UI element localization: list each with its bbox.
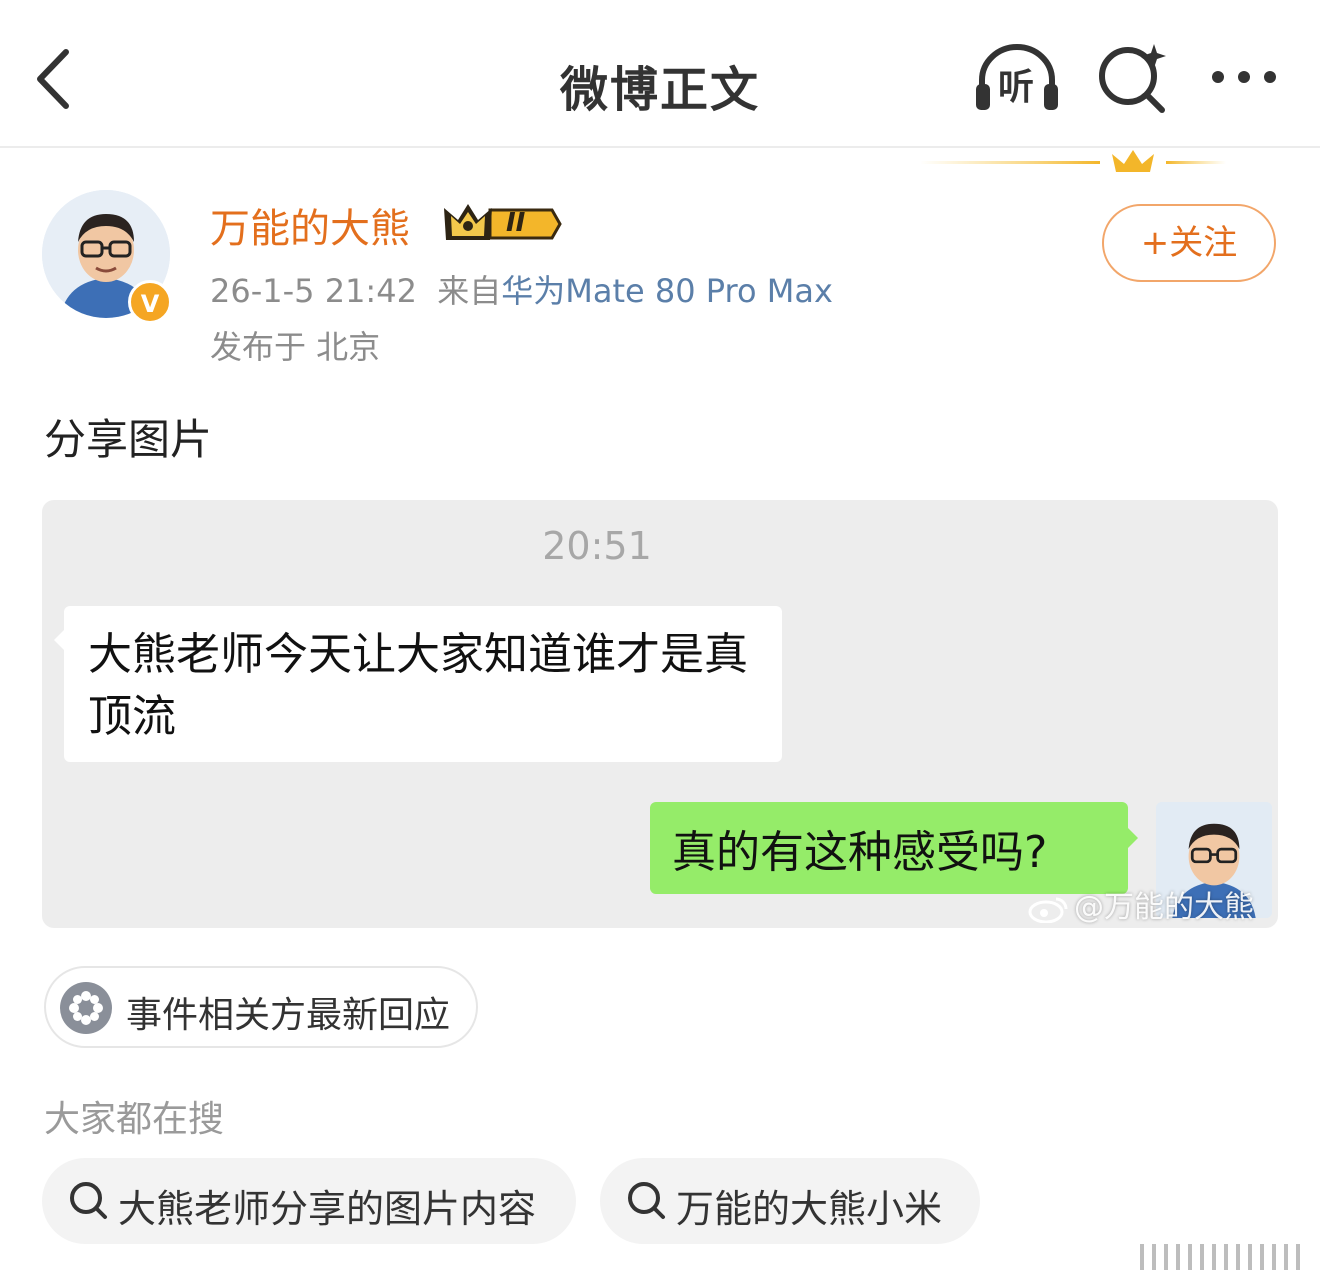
bubble-tail — [54, 630, 64, 650]
post-time: 26-1-5 21:42 — [210, 272, 417, 310]
crown-decoration-icon — [920, 150, 1226, 172]
post-meta: 26-1-5 21:42 来自华为Mate 80 Pro Max — [210, 266, 833, 312]
post-location: 发布于 北京 — [210, 328, 381, 366]
listen-button[interactable]: 听 — [972, 40, 1062, 114]
listen-label: 听 — [998, 67, 1035, 108]
flower-icon — [69, 991, 103, 1025]
verified-badge: V — [128, 280, 172, 324]
weibo-logo-icon — [1028, 897, 1068, 923]
watermark-text: @万能的大熊 — [1074, 890, 1254, 925]
search-heading: 大家都在搜 — [44, 1099, 225, 1140]
incoming-message-text: 大熊老师今天让大家知道谁才是真顶流 — [88, 629, 748, 742]
incoming-message-bubble: 大熊老师今天让大家知道谁才是真顶流 — [54, 606, 782, 762]
more-dots-icon[interactable] — [1208, 60, 1284, 94]
image-watermark: @万能的大熊 — [1028, 882, 1254, 926]
search-suggestion[interactable]: 大熊老师分享的图片内容 — [42, 1158, 576, 1244]
device-link[interactable]: 华为Mate 80 Pro Max — [501, 272, 833, 310]
search-suggestion-label: 万能的大熊小米 — [676, 1187, 943, 1231]
member-crown-badge[interactable]: II — [442, 200, 564, 248]
search-icon — [628, 1182, 665, 1219]
topic-label: 事件相关方最新回应 — [126, 995, 451, 1036]
author-name[interactable]: 万能的大熊 — [210, 196, 410, 254]
member-level-label: II — [506, 208, 526, 238]
bubble-tail — [1128, 828, 1138, 848]
post-text: 分享图片 — [44, 415, 213, 464]
page-title: 微博正文 — [559, 62, 760, 118]
search-icon — [70, 1182, 107, 1219]
chat-timestamp: 20:51 — [542, 524, 652, 568]
page-indicator-icon — [1140, 1244, 1300, 1270]
search-suggestion-label: 大熊老师分享的图片内容 — [118, 1187, 537, 1231]
topic-chip[interactable]: 事件相关方最新回应 — [44, 966, 478, 1048]
from-prefix: 来自 — [437, 272, 502, 310]
ai-search-icon[interactable] — [1094, 40, 1170, 116]
outgoing-message-bubble: 真的有这种感受吗? — [650, 802, 1138, 894]
follow-button[interactable]: +关注 — [1102, 204, 1276, 282]
outgoing-message-text: 真的有这种感受吗? — [672, 827, 1048, 878]
chevron-left-icon[interactable] — [30, 46, 80, 112]
search-suggestion[interactable]: 万能的大熊小米 — [600, 1158, 980, 1244]
topic-icon — [60, 982, 112, 1034]
crown-icon — [444, 204, 562, 240]
shared-image[interactable]: 20:51 大熊老师今天让大家知道谁才是真顶流 真的有这种感受吗? @万能的大熊 — [42, 500, 1278, 928]
